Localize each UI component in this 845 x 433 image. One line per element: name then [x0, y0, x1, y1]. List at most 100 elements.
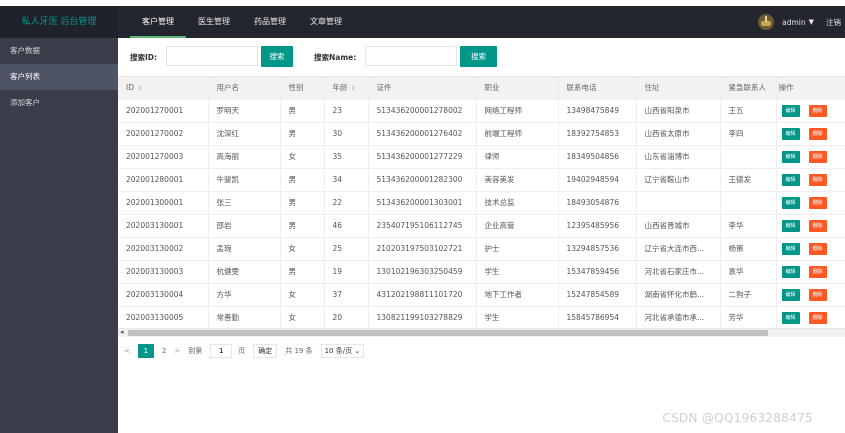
- delete-button[interactable]: 删除: [808, 242, 827, 255]
- cell-id: 202001300001: [118, 191, 209, 215]
- edit-button[interactable]: 编辑: [781, 196, 800, 209]
- scroll-left-icon[interactable]: ◂: [120, 328, 124, 336]
- cell-gender: 男: [280, 214, 325, 238]
- cell-actions: 编辑 删除: [776, 306, 845, 328]
- cell-address: 山东省淄博市: [636, 145, 721, 169]
- cell-gender: 女: [280, 145, 325, 169]
- cell-address: 辽宁省鞍山市: [636, 168, 721, 192]
- delete-button[interactable]: 删除: [808, 219, 827, 232]
- cell-gender: 男: [280, 168, 325, 192]
- delete-button[interactable]: 删除: [808, 288, 827, 301]
- edit-button[interactable]: 编辑: [781, 127, 800, 140]
- table-row: 202001270001 罗明天男 23 513436200001278002 网络工程…: [118, 99, 845, 123]
- sort-icon[interactable]: ⇕: [137, 85, 142, 92]
- edit-button[interactable]: 编辑: [781, 265, 800, 278]
- column-header-phone: 联系电话: [558, 77, 637, 100]
- user-name[interactable]: admin: [782, 18, 806, 27]
- search-name-input[interactable]: [365, 46, 457, 66]
- cell-age: 22: [324, 191, 369, 215]
- edit-button[interactable]: 编辑: [781, 288, 800, 301]
- cell-phone: 12395485956: [558, 214, 637, 238]
- edit-button[interactable]: 编辑: [781, 311, 800, 324]
- nav-article-management[interactable]: 文章管理: [298, 6, 354, 38]
- pagination: < 1 2 > 到第 页 确定 共 19 条 10 条/页 ⌄: [124, 343, 365, 359]
- cell-phone: 13498475849: [558, 99, 637, 123]
- sidebar-item-customer-data[interactable]: 客户数据: [0, 38, 118, 64]
- cell-age: 34: [324, 168, 369, 192]
- cell-username: 杭健雯: [208, 260, 281, 284]
- cell-age: 46: [324, 214, 369, 238]
- scrollbar-thumb[interactable]: [128, 330, 768, 336]
- user-area: admin ▼ 注销: [758, 6, 845, 38]
- delete-button[interactable]: 删除: [808, 265, 827, 278]
- next-page-button[interactable]: >: [174, 347, 180, 355]
- edit-button[interactable]: 编辑: [781, 242, 800, 255]
- cell-gender: 男: [280, 191, 325, 215]
- cell-age: 37: [324, 283, 369, 307]
- column-header-age[interactable]: 年龄 ⇕: [324, 77, 369, 100]
- delete-button[interactable]: 删除: [808, 311, 827, 324]
- cell-actions: 编辑 删除: [776, 214, 845, 238]
- cell-id-card: 130102196303250459: [368, 260, 477, 284]
- sidebar-item-customer-list[interactable]: 客户列表: [0, 64, 118, 90]
- search-name-button[interactable]: 搜索: [460, 46, 497, 67]
- table-header-row: ID ⇕ 用户名 性别 年龄 ⇕ 证件 职业 联系电话 住址 紧急联系人 操作: [118, 77, 845, 100]
- nav-doctor-management[interactable]: 医生管理: [186, 6, 242, 38]
- delete-button[interactable]: 删除: [808, 104, 827, 117]
- cell-emergency-contact: 袁华: [720, 260, 777, 284]
- search-id-button[interactable]: 搜索: [261, 46, 293, 67]
- nav-drug-management[interactable]: 药品管理: [242, 6, 298, 38]
- edit-button[interactable]: 编辑: [781, 150, 800, 163]
- edit-button[interactable]: 编辑: [781, 104, 800, 117]
- prev-page-button[interactable]: <: [124, 347, 130, 355]
- cell-phone: 15347859456: [558, 260, 637, 284]
- column-header-id[interactable]: ID ⇕: [118, 77, 209, 100]
- cell-age: 25: [324, 237, 369, 261]
- column-header-emergency-contact: 紧急联系人: [720, 77, 777, 100]
- top-header: 私人牙医 后台管理 客户管理 医生管理 药品管理 文章管理 admin ▼ 注销: [0, 6, 845, 38]
- chevron-down-icon[interactable]: ▼: [809, 18, 814, 26]
- cell-address: 湖南省怀化市鹤...: [636, 283, 721, 307]
- goto-page-input[interactable]: [210, 344, 233, 358]
- column-header-occupation: 职业: [476, 77, 559, 100]
- cell-phone: 15845786954: [558, 306, 637, 328]
- page-1-button[interactable]: 1: [137, 344, 154, 358]
- page-size-select[interactable]: 10 条/页 ⌄: [320, 344, 365, 358]
- page-unit-label: 页: [238, 347, 246, 355]
- column-header-username: 用户名: [208, 77, 281, 100]
- cell-emergency-contact: 二狗子: [720, 283, 777, 307]
- sort-icon[interactable]: ⇕: [351, 85, 356, 92]
- cell-occupation: 前端工程师: [476, 122, 559, 146]
- nav-customer-management[interactable]: 客户管理: [130, 6, 186, 38]
- cell-age: 19: [324, 260, 369, 284]
- search-bar: 搜索ID: 搜索 搜索Name: 搜索: [118, 38, 845, 74]
- delete-button[interactable]: 删除: [808, 127, 827, 140]
- page-2-button[interactable]: 2: [162, 347, 166, 355]
- cell-occupation: 学生: [476, 260, 559, 284]
- cell-username: 牛骏凯: [208, 168, 281, 192]
- delete-button[interactable]: 删除: [808, 196, 827, 209]
- cell-actions: 编辑 删除: [776, 99, 845, 123]
- delete-button[interactable]: 删除: [808, 173, 827, 186]
- logout-link[interactable]: 注销: [826, 17, 841, 28]
- table-row: 202001280001 牛骏凯男 34 513436200001282300 美容美发…: [118, 168, 845, 192]
- edit-button[interactable]: 编辑: [781, 173, 800, 186]
- cell-phone: 18392754853: [558, 122, 637, 146]
- sidebar: 客户数据 客户列表 添加客户: [0, 38, 118, 433]
- goto-confirm-button[interactable]: 确定: [253, 344, 278, 358]
- cell-emergency-contact: [720, 191, 777, 215]
- search-id-input[interactable]: [166, 46, 258, 66]
- cell-id-card: 513436200001282300: [368, 168, 477, 192]
- cell-phone: 18349504856: [558, 145, 637, 169]
- cell-id: 202003130001: [118, 214, 209, 238]
- delete-button[interactable]: 删除: [808, 150, 827, 163]
- edit-button[interactable]: 编辑: [781, 219, 800, 232]
- table-row: 202001300001 张三男 22 513436200001303001 技术总监 1…: [118, 191, 845, 215]
- cell-id-card: 130821199103278829: [368, 306, 477, 328]
- sidebar-item-add-customer[interactable]: 添加客户: [0, 90, 118, 116]
- horizontal-scrollbar[interactable]: ◂: [118, 328, 845, 337]
- cell-emergency-contact: 芳华: [720, 306, 777, 328]
- table-row: 202001270002 沈深红男 30 513436200001276402 前端工程…: [118, 122, 845, 146]
- user-avatar[interactable]: [758, 14, 775, 30]
- table-row: 202003130001 邵岩男 46 235407195106112745 企业高管 1…: [118, 214, 845, 238]
